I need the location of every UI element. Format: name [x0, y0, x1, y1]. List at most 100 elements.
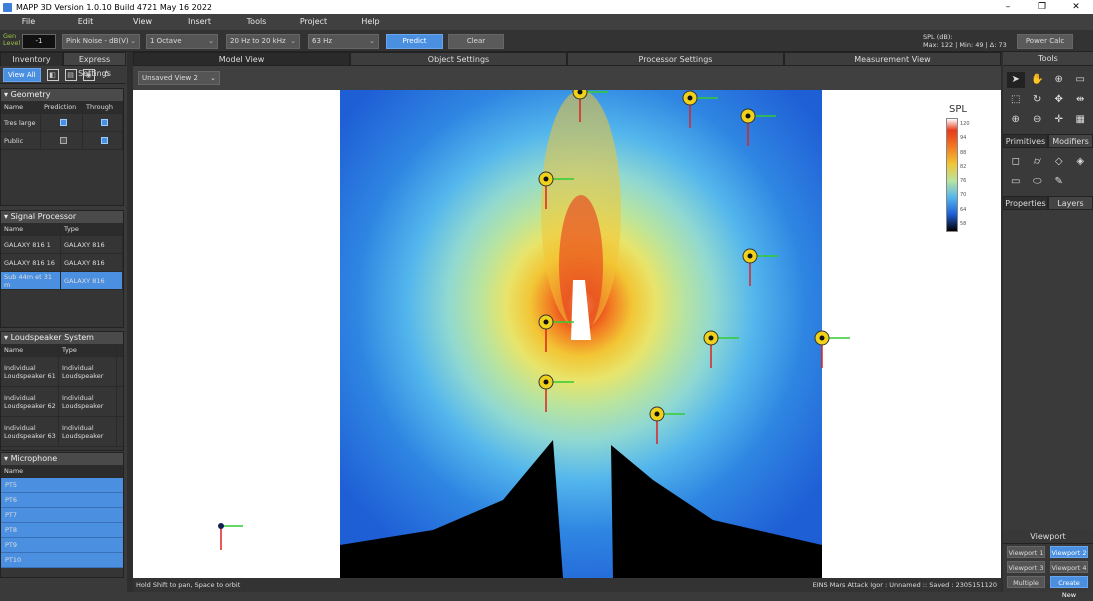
through-checkbox[interactable]: [100, 119, 108, 126]
power-calc-button[interactable]: Power Calc: [1017, 34, 1073, 49]
through-checkbox[interactable]: [100, 137, 108, 144]
cube-icon[interactable]: ◧: [46, 68, 59, 81]
right-panel: Tools ➤ ✋ ⊕ ▭ ⬚ ↻ ✥ ⇹ ⊕ ⊖ ✛ ▦ Primitives…: [1003, 52, 1093, 599]
close-icon[interactable]: ✕: [1059, 0, 1093, 14]
legend-gradient: [946, 118, 958, 232]
col-type: Type: [61, 223, 123, 235]
restore-icon[interactable]: ❐: [1025, 0, 1059, 14]
list-item[interactable]: PT6: [1, 493, 123, 508]
ellipse-icon[interactable]: ⬭: [1029, 174, 1047, 190]
tab-object-settings[interactable]: Object Settings: [350, 52, 567, 66]
wedge-icon[interactable]: ◈: [1072, 154, 1090, 170]
section-header[interactable]: ▾ Loudspeaker System: [1, 332, 123, 344]
table-row[interactable]: GALAXY 816 16 GALAXY 816: [1, 254, 123, 272]
range-value: 20 Hz to 20 kHz: [230, 37, 286, 45]
prediction-checkbox[interactable]: [59, 137, 67, 144]
signal-processor-section: ▾ Signal Processor Name Type GALAXY 816 …: [0, 210, 124, 328]
section-header[interactable]: ▾ Microphone: [1, 453, 123, 465]
menu-edit[interactable]: Edit: [57, 14, 114, 30]
table-row[interactable]: Individual Loudspeaker 61 Individual Lou…: [1, 357, 123, 387]
through-cell: [83, 132, 123, 149]
menu-bar: File Edit View Insert Tools Project Help: [0, 14, 1093, 30]
viewport-4-button[interactable]: Viewport 4: [1050, 561, 1088, 573]
tab-inventory[interactable]: Inventory: [0, 52, 63, 66]
menu-tools[interactable]: Tools: [228, 14, 285, 30]
section-header[interactable]: ▾ Geometry: [1, 89, 123, 101]
orbit-icon[interactable]: ⊕: [1050, 72, 1068, 88]
zoom-in-icon[interactable]: ⊕: [1007, 112, 1025, 128]
gen-level-input[interactable]: -1: [22, 34, 56, 49]
box-icon[interactable]: ◻: [1007, 154, 1025, 170]
legend-tick: 88: [960, 149, 967, 156]
menu-view[interactable]: View: [114, 14, 171, 30]
list-item[interactable]: PT5: [1, 478, 123, 493]
table-row[interactable]: Individual Loudspeaker 63 Individual Lou…: [1, 417, 123, 447]
axis-icon[interactable]: ✛: [1050, 112, 1068, 128]
col-prediction: Prediction: [41, 101, 83, 113]
processor-type: GALAXY 816: [61, 254, 123, 271]
range-select[interactable]: 20 Hz to 20 kHz ⌄: [226, 34, 300, 49]
axis-gizmo: [218, 523, 243, 550]
tab-layers[interactable]: Layers: [1048, 196, 1093, 210]
speaker-name: Individual Loudspeaker 62: [1, 387, 59, 416]
menu-project[interactable]: Project: [285, 14, 342, 30]
viewport-3-button[interactable]: Viewport 3: [1007, 561, 1045, 573]
mirror-icon[interactable]: ⇹: [1072, 92, 1090, 108]
select-icon[interactable]: ➤: [1007, 72, 1025, 88]
cylinder-icon[interactable]: ⌭: [1029, 154, 1047, 170]
pen-icon[interactable]: ✎: [1050, 174, 1068, 190]
viewport-1-button[interactable]: Viewport 1: [1007, 546, 1045, 558]
tab-processor-settings[interactable]: Processor Settings: [567, 52, 784, 66]
hand-icon[interactable]: ✋: [1029, 72, 1047, 88]
list-item[interactable]: PT10: [1, 553, 123, 568]
rotate-icon[interactable]: ↻: [1029, 92, 1047, 108]
microphone-icon[interactable]: ♁: [101, 69, 113, 81]
frequency-value: 63 Hz: [312, 37, 333, 45]
table-row[interactable]: Public: [1, 132, 123, 150]
list-item[interactable]: PT8: [1, 523, 123, 538]
tab-properties[interactable]: Properties: [1003, 196, 1048, 210]
frame-icon[interactable]: ⬚: [1007, 92, 1025, 108]
view-all-button[interactable]: View All: [3, 67, 41, 82]
left-panel: Inventory Express Settings View All ◧ ▤ …: [0, 52, 126, 592]
menu-insert[interactable]: Insert: [171, 14, 228, 30]
measure-icon[interactable]: ▭: [1072, 72, 1090, 88]
rectangle-icon[interactable]: ▭: [1007, 174, 1025, 190]
model-view-canvas[interactable]: SPL 120 94 88 82 76 70 64 58: [133, 90, 1001, 578]
clear-button[interactable]: Clear: [448, 34, 504, 49]
grid-icon[interactable]: ▦: [1072, 112, 1090, 128]
tab-model-view[interactable]: Model View: [133, 52, 350, 66]
spl-stats: Max: 122 | Min: 49 | Δ: 73: [923, 41, 1007, 49]
list-item[interactable]: PT9: [1, 538, 123, 553]
predict-button[interactable]: Predict: [386, 34, 443, 49]
signal-select[interactable]: Pink Noise - dB(V) ⌄: [62, 34, 140, 49]
slab-icon[interactable]: ◇: [1050, 154, 1068, 170]
zoom-out-icon[interactable]: ⊖: [1029, 112, 1047, 128]
tab-express-settings[interactable]: Express Settings: [63, 52, 126, 78]
tab-modifiers[interactable]: Modifiers: [1048, 134, 1093, 148]
prediction-checkbox[interactable]: [59, 119, 67, 126]
tab-primitives[interactable]: Primitives: [1003, 134, 1048, 148]
view-select[interactable]: Unsaved View 2 ⌄: [138, 71, 220, 85]
table-row[interactable]: Tres large: [1, 114, 123, 132]
minimize-icon[interactable]: –: [991, 0, 1025, 14]
spl-map: [218, 90, 850, 578]
tab-measurement-view[interactable]: Measurement View: [784, 52, 1001, 66]
array-icon[interactable]: ▤: [64, 68, 77, 81]
viewport-2-button[interactable]: Viewport 2: [1050, 546, 1088, 558]
table-row[interactable]: GALAXY 816 1 GALAXY 816: [1, 236, 123, 254]
create-new-button[interactable]: Create New: [1050, 576, 1088, 599]
menu-file[interactable]: File: [0, 14, 57, 30]
list-item[interactable]: PT7: [1, 508, 123, 523]
speaker-icon[interactable]: ◉: [82, 68, 95, 81]
frequency-select[interactable]: 63 Hz ⌄: [308, 34, 379, 49]
move-icon[interactable]: ✥: [1050, 92, 1068, 108]
speaker-type: Individual Loudspeaker: [59, 387, 117, 416]
table-row[interactable]: Individual Loudspeaker 62 Individual Lou…: [1, 387, 123, 417]
table-row-selected[interactable]: Sub 44m et 31 m GALAXY 816: [1, 272, 123, 290]
bandwidth-select[interactable]: 1 Octave ⌄: [146, 34, 218, 49]
menu-help[interactable]: Help: [342, 14, 399, 30]
multiple-button[interactable]: Multiple: [1007, 576, 1045, 588]
col-name: Name: [1, 344, 59, 356]
section-header[interactable]: ▾ Signal Processor: [1, 211, 123, 223]
